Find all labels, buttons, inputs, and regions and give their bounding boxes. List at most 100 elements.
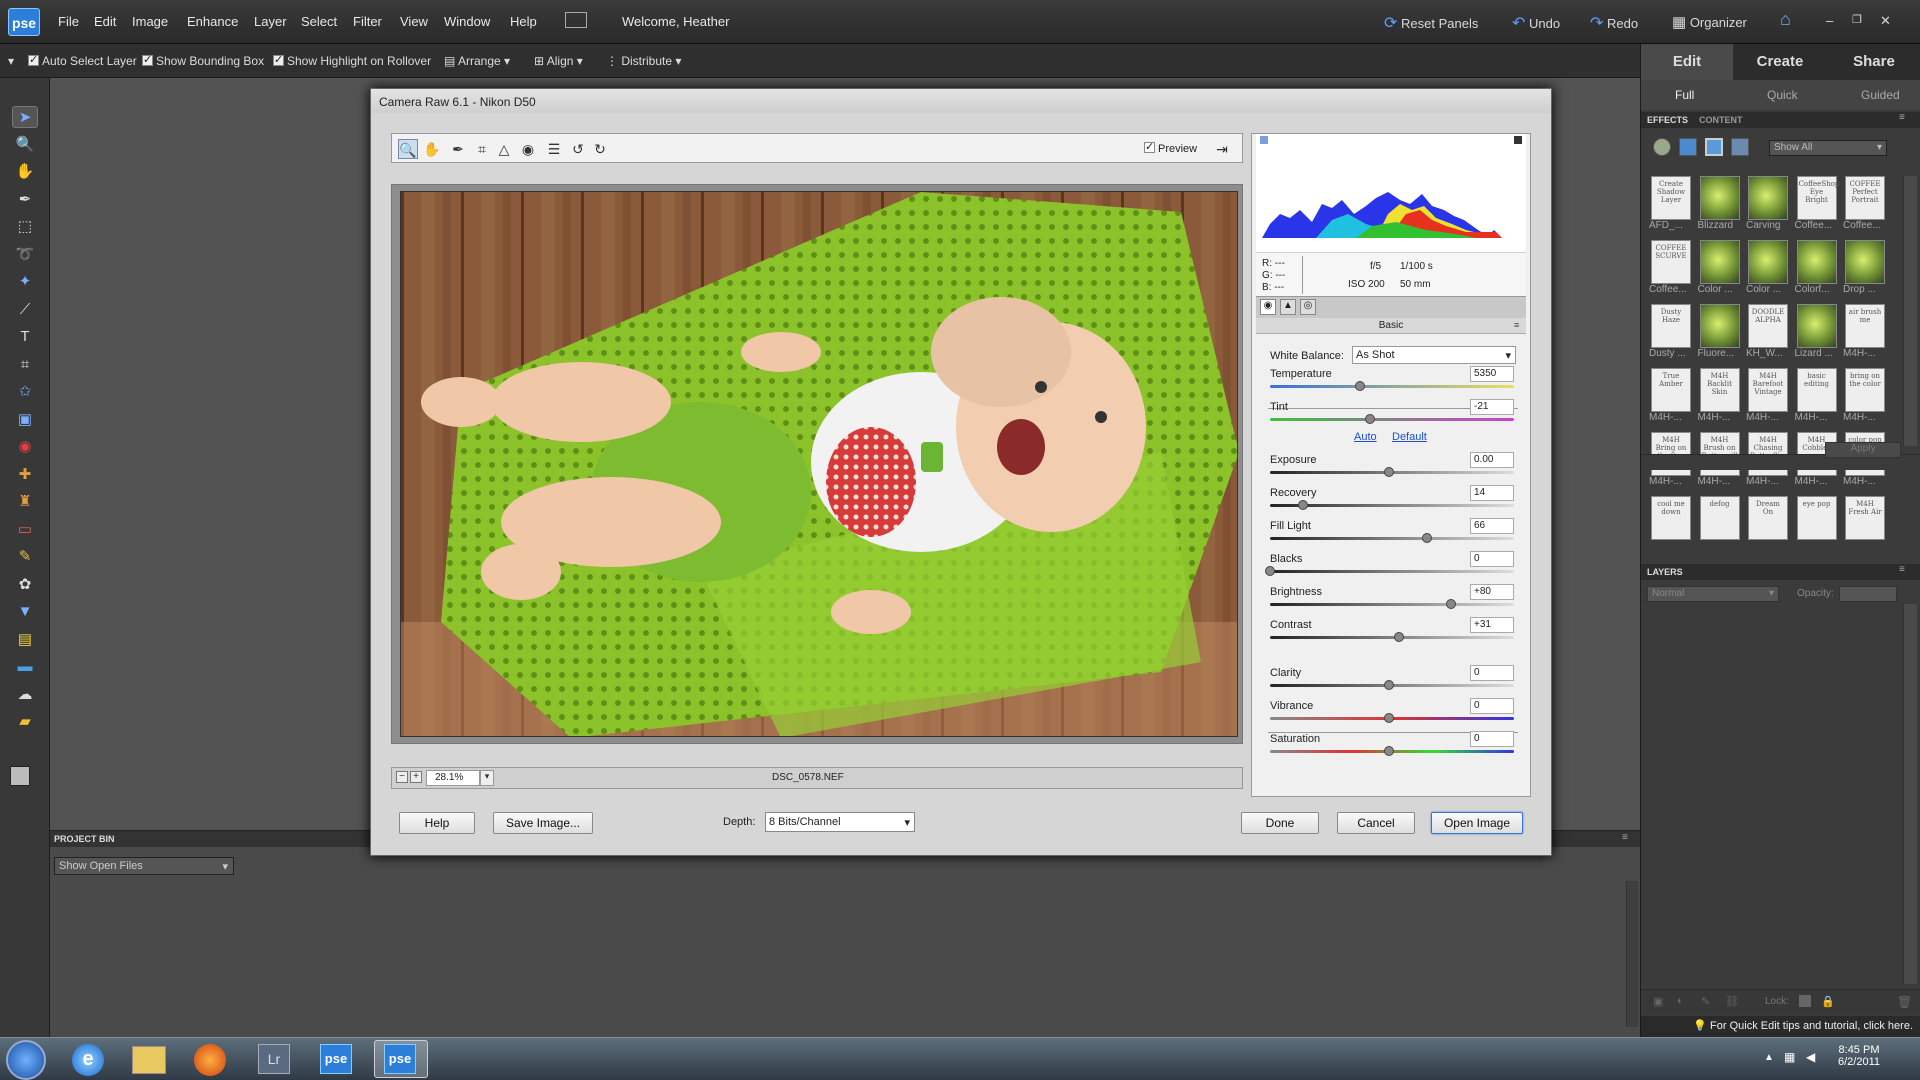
rotate-left-icon[interactable]: ↺ bbox=[568, 139, 588, 159]
menu-select[interactable]: Select bbox=[301, 14, 337, 29]
done-button[interactable]: Done bbox=[1241, 812, 1319, 834]
zoom-dropdown-icon[interactable]: ▾ bbox=[480, 770, 494, 786]
slider-track[interactable] bbox=[1270, 537, 1514, 540]
distribute-menu[interactable]: ⋮ Distribute ▾ bbox=[606, 54, 681, 68]
slider-track[interactable] bbox=[1270, 570, 1514, 573]
effect-thumbnail[interactable]: eye pop bbox=[1796, 496, 1837, 540]
open-image-button[interactable]: Open Image bbox=[1431, 812, 1523, 834]
menu-edit[interactable]: Edit bbox=[94, 14, 116, 29]
effect-thumbnail[interactable]: Dream On bbox=[1748, 496, 1788, 540]
zoom-level-field[interactable]: 28.1% bbox=[426, 770, 480, 786]
sponge-tool-icon[interactable]: ▰ bbox=[12, 711, 38, 733]
effect-thumbnail[interactable] bbox=[1699, 240, 1740, 284]
effect-thumbnail[interactable] bbox=[1748, 240, 1788, 284]
restore-icon[interactable]: ❐ bbox=[1852, 13, 1862, 26]
move-tool-icon[interactable]: ➤ bbox=[12, 106, 38, 128]
close-icon[interactable]: ✕ bbox=[1880, 13, 1891, 29]
slider-value-field[interactable]: 14 bbox=[1470, 485, 1514, 501]
bounding-box-checkbox[interactable]: Show Bounding Box bbox=[142, 53, 264, 68]
slider-knob[interactable] bbox=[1393, 632, 1404, 642]
lock-transparent-icon[interactable] bbox=[1799, 995, 1811, 1007]
spot-healing-icon[interactable]: ✚ bbox=[12, 464, 38, 486]
auto-select-checkbox[interactable]: Auto Select Layer bbox=[28, 53, 137, 68]
slider-knob[interactable] bbox=[1422, 533, 1433, 543]
lock-icon[interactable]: 🔒 bbox=[1821, 995, 1835, 1008]
bin-scrollbar[interactable] bbox=[1626, 881, 1638, 1027]
slider-track[interactable] bbox=[1270, 636, 1514, 639]
straighten-tool-icon[interactable]: △ bbox=[494, 139, 514, 159]
network-icon[interactable]: ▦ bbox=[1784, 1050, 1795, 1064]
slider-value-field[interactable]: 0 bbox=[1470, 731, 1514, 747]
highlight-checkbox[interactable]: Show Highlight on Rollover bbox=[273, 53, 431, 68]
menu-filter[interactable]: Filter bbox=[353, 14, 382, 29]
filters-icon[interactable] bbox=[1653, 138, 1671, 156]
minimize-icon[interactable]: – bbox=[1826, 13, 1833, 28]
link-icon[interactable]: ⛓ bbox=[1725, 995, 1739, 1008]
effect-thumbnail[interactable]: M4H Backlit Skin bbox=[1699, 368, 1740, 412]
bin-menu-icon[interactable]: ≡ bbox=[1622, 832, 1628, 843]
new-layer-icon[interactable]: ▣ bbox=[1653, 995, 1663, 1008]
cookie-cutter-icon[interactable]: ✩ bbox=[12, 381, 38, 403]
menu-view[interactable]: View bbox=[400, 14, 428, 29]
tray-arrow-icon[interactable]: ▲ bbox=[1764, 1052, 1774, 1063]
foreground-color-swatch[interactable] bbox=[10, 766, 30, 786]
slider-value-field[interactable]: 0 bbox=[1470, 665, 1514, 681]
slider-track[interactable] bbox=[1270, 603, 1514, 606]
menu-enhance[interactable]: Enhance bbox=[187, 14, 238, 29]
slider-knob[interactable] bbox=[1384, 680, 1394, 690]
paint-bucket-icon[interactable]: ▼ bbox=[12, 601, 38, 623]
effect-thumbnail[interactable]: True Amber bbox=[1651, 368, 1691, 412]
subtab-quick[interactable]: Quick bbox=[1767, 88, 1798, 102]
camera-calibration-tab-icon[interactable]: ◎ bbox=[1300, 299, 1316, 315]
effect-thumbnail[interactable]: basic editing bbox=[1796, 368, 1837, 412]
slider-knob[interactable] bbox=[1384, 467, 1394, 477]
zoom-in-button[interactable]: + bbox=[410, 771, 422, 783]
tool-preset-icon[interactable]: ▾ bbox=[8, 54, 14, 68]
red-eye-tool-icon[interactable]: ◉ bbox=[518, 139, 538, 159]
effect-thumbnail[interactable] bbox=[1748, 176, 1788, 220]
effect-thumbnail[interactable]: Dusty Haze bbox=[1651, 304, 1691, 348]
shape-tool-icon[interactable]: ▬ bbox=[12, 656, 38, 678]
tab-share[interactable]: Share bbox=[1827, 44, 1920, 80]
marquee-tool-icon[interactable]: ⬚ bbox=[12, 216, 38, 238]
effect-thumbnail[interactable]: COFFEE SCURVE bbox=[1651, 240, 1691, 284]
effect-thumbnail[interactable] bbox=[1796, 240, 1837, 284]
firefox-icon[interactable] bbox=[194, 1044, 226, 1076]
eyedropper-tool-icon[interactable]: ✒ bbox=[12, 189, 38, 211]
show-open-files-select[interactable]: Show Open Files ▾ bbox=[54, 857, 234, 875]
magic-wand-tool-icon[interactable]: ✦ bbox=[12, 271, 38, 293]
align-menu[interactable]: ⊞ Align ▾ bbox=[534, 54, 583, 68]
crop-tool-icon[interactable]: ⌗ bbox=[12, 354, 38, 376]
red-eye-tool-icon[interactable]: ◉ bbox=[12, 436, 38, 458]
blur-tool-icon[interactable]: ☁ bbox=[12, 684, 38, 706]
type-tool-icon[interactable]: T bbox=[12, 326, 38, 348]
tab-create[interactable]: Create bbox=[1733, 44, 1827, 80]
slider-value-field[interactable]: 5350 bbox=[1470, 366, 1514, 382]
effect-thumbnail[interactable] bbox=[1699, 304, 1740, 348]
effect-thumbnail[interactable]: M4H Fresh Air bbox=[1845, 496, 1885, 540]
help-button[interactable]: Help bbox=[399, 812, 475, 834]
styles-icon[interactable] bbox=[1679, 138, 1697, 156]
tab-content[interactable]: CONTENT bbox=[1699, 115, 1743, 125]
show-all-select[interactable]: Show All ▾ bbox=[1769, 140, 1887, 156]
photo-effects-icon[interactable] bbox=[1705, 138, 1723, 156]
zoom-out-button[interactable]: − bbox=[396, 771, 408, 783]
blend-mode-select[interactable]: Normal ▾ bbox=[1647, 586, 1779, 602]
slider-value-field[interactable]: 0.00 bbox=[1470, 452, 1514, 468]
effect-thumbnail[interactable]: COFFEE Perfect Portrait bbox=[1845, 176, 1885, 220]
photo-preview[interactable] bbox=[400, 191, 1238, 737]
depth-select[interactable]: 8 Bits/Channel ▾ bbox=[765, 812, 915, 832]
slider-value-field[interactable]: -21 bbox=[1470, 399, 1514, 415]
layers-scrollbar[interactable] bbox=[1903, 604, 1917, 984]
adjustment-layer-icon[interactable]: ◐ bbox=[1677, 995, 1684, 1007]
menu-layer[interactable]: Layer bbox=[254, 14, 287, 29]
apply-button[interactable]: Apply bbox=[1825, 442, 1901, 458]
effect-thumbnail[interactable]: M4H Barefoot Vintage bbox=[1748, 368, 1788, 412]
slider-value-field[interactable]: 0 bbox=[1470, 551, 1514, 567]
effect-thumbnail[interactable]: cool me down bbox=[1651, 496, 1691, 540]
selection-brush-icon[interactable]: ⟋ bbox=[12, 299, 38, 321]
eraser-tool-icon[interactable]: ▭ bbox=[12, 519, 38, 541]
hand-tool-icon[interactable]: ✋ bbox=[12, 161, 38, 183]
default-link[interactable]: Default bbox=[1392, 431, 1427, 443]
lasso-tool-icon[interactable]: ➰ bbox=[12, 244, 38, 266]
